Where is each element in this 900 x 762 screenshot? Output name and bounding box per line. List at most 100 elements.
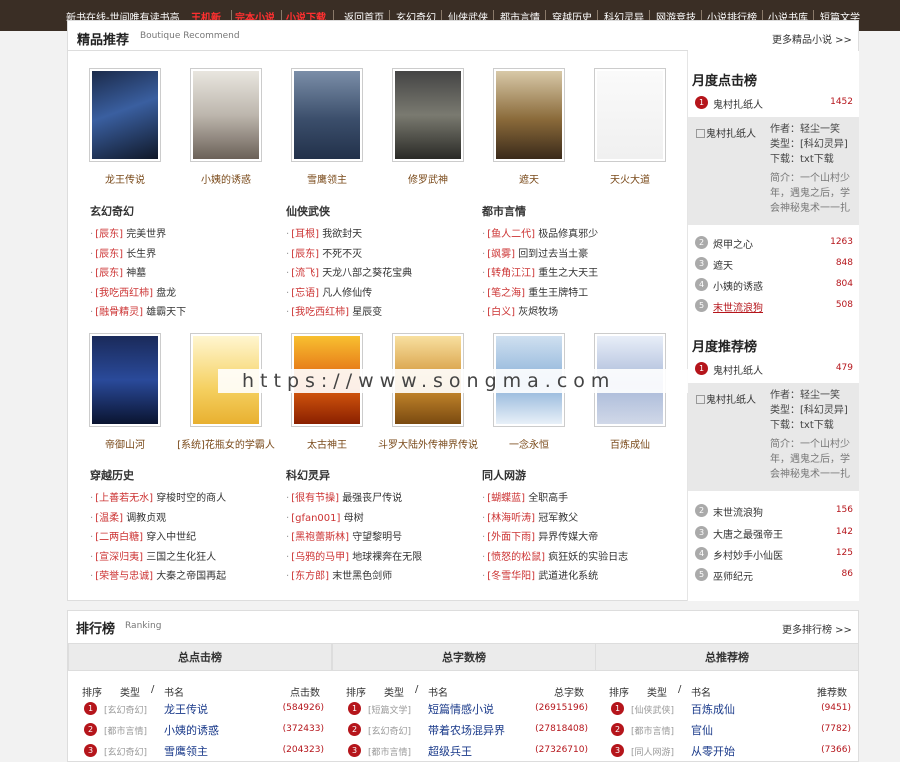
list-item[interactable]: · [林海听涛] 冠军教父 bbox=[482, 509, 672, 529]
list-item[interactable]: · [很有节操] 最强丧尸传说 bbox=[286, 489, 476, 509]
column-header: 类型 bbox=[384, 688, 404, 699]
list-item[interactable]: · [荣誉与忠诚] 大秦之帝国再起 bbox=[90, 567, 280, 587]
book-cover-placeholder[interactable]: 鬼村扎纸人 bbox=[696, 125, 760, 153]
book-cover[interactable] bbox=[89, 333, 161, 427]
category-title[interactable]: 玄幻奇幻 bbox=[90, 203, 280, 225]
category-list: · [耳根] 我欲封天 · [辰东] 不死不灭 · [流飞] 天龙八部之葵花宝典 ·[… bbox=[286, 225, 476, 323]
ranking-item[interactable]: 5 末世流浪狗 508 bbox=[695, 296, 857, 316]
ranking-column-wordcount: 总字数榜 排序 类型 / 书名 总字数 1 [短篇文学] 短篇情感小说 (269… bbox=[332, 643, 596, 762]
list-item[interactable]: · [宣深归夷] 三国之生化狂人 bbox=[90, 548, 280, 568]
category-list: · [鱼人二代] 极品修真邪少 · [飒雾] 回到过去当土豪 · [转角江江] 重生之… bbox=[482, 225, 672, 323]
ranking-column-clicks: 总点击榜 排序 类型 / 书名 点击数 1 [玄幻奇幻] 龙王传说 (58492… bbox=[68, 643, 332, 762]
category-title[interactable]: 穿越历史 bbox=[90, 467, 280, 489]
column-title: 总点击榜 bbox=[68, 643, 332, 671]
ranking-item[interactable]: 3 大唐之最强帝王 142 bbox=[695, 523, 857, 543]
book-title[interactable]: 雪鹰领主 bbox=[271, 171, 383, 186]
list-item[interactable]: · [鱼人二代] 极品修真邪少 bbox=[482, 225, 672, 245]
book-title[interactable]: 修罗武神 bbox=[372, 171, 484, 186]
list-item[interactable]: · [黑袍蕾斯林] 守望黎明号 bbox=[286, 528, 476, 548]
ranking-item[interactable]: 3 遮天 848 bbox=[695, 254, 857, 274]
list-item[interactable]: · [忘语] 凡人修仙传 bbox=[286, 284, 476, 304]
list-item[interactable]: · [冬雪华阳] 武道进化系统 bbox=[482, 567, 672, 587]
ranking-item[interactable]: 1 鬼村扎纸人 479 bbox=[695, 359, 857, 379]
monthly-ranking-sidebar: 月度点击榜 1 鬼村扎纸人 1452 鬼村扎纸人 作者：轻尘一笑 类型：[科幻灵… bbox=[687, 51, 859, 601]
book-cover[interactable] bbox=[493, 68, 565, 162]
book-title[interactable]: 天火大道 bbox=[574, 171, 686, 186]
book-cover[interactable] bbox=[89, 68, 161, 162]
ranking-item[interactable]: 1 鬼村扎纸人 1452 bbox=[695, 93, 857, 113]
book-cover[interactable] bbox=[190, 68, 262, 162]
list-item[interactable]: · [蝴蝶蓝] 全职高手 bbox=[482, 489, 672, 509]
column-header: 书名 bbox=[164, 688, 184, 699]
book-download[interactable]: 下载：txt下载 bbox=[770, 152, 858, 167]
list-item[interactable]: · [辰东] 完美世界 bbox=[90, 225, 280, 245]
book-cover[interactable] bbox=[594, 68, 666, 162]
list-item[interactable]: · [乌鸦的马甲] 地球裸奔在无限 bbox=[286, 548, 476, 568]
ranking-item[interactable]: 4 乡村妙手小仙医 125 bbox=[695, 544, 857, 564]
recommend-header: 精品推荐 Boutique Recommend bbox=[68, 21, 688, 51]
list-item[interactable]: · [耳根] 我欲封天 bbox=[286, 225, 476, 245]
list-item[interactable]: · [愤怒的松鼠] 疯狂妖的实验日志 bbox=[482, 548, 672, 568]
book-cover[interactable] bbox=[291, 68, 363, 162]
category-list: · [辰东] 完美世界 · [辰东] 长生界 · [辰东] 神墓 · [我吃西红柿] 盘… bbox=[90, 225, 280, 323]
table-row: 2 [都市言情] 小姨的诱惑 (372433) bbox=[84, 721, 324, 741]
list-item[interactable]: · [辰东] 神墓 bbox=[90, 264, 280, 284]
category-title[interactable]: 仙侠武侠 bbox=[286, 203, 476, 225]
list-item[interactable]: · [我吃西红柿] 盘龙 bbox=[90, 284, 280, 304]
list-item[interactable]: · [温柔] 调教贞观 bbox=[90, 509, 280, 529]
book-type: 类型：[科幻灵异] bbox=[770, 139, 848, 150]
ranking-header: 排行榜 Ranking 更多排行榜 >> bbox=[68, 611, 858, 643]
list-item[interactable]: · [上善若无水] 穿梭时空的商人 bbox=[90, 489, 280, 509]
ranking-item[interactable]: 4 小姨的诱惑 804 bbox=[695, 275, 857, 295]
table-row: 3 [都市言情] 超级兵王 (27326710) bbox=[348, 742, 588, 762]
list-item[interactable]: · [飒雾] 回到过去当土豪 bbox=[482, 245, 672, 265]
book-download[interactable]: 下载：txt下载 bbox=[770, 418, 858, 433]
column-header: / bbox=[415, 684, 419, 695]
book-title[interactable]: 龙王传说 bbox=[69, 171, 181, 186]
ranking-item[interactable]: 2 末世流浪狗 156 bbox=[695, 501, 857, 521]
book-title[interactable]: 帝御山河 bbox=[69, 436, 181, 451]
book-title[interactable]: 小姨的诱惑 bbox=[170, 171, 282, 186]
ranking-item[interactable]: 5 巫师纪元 86 bbox=[695, 565, 857, 585]
list-item[interactable]: · [笔之海] 重生王牌特工 bbox=[482, 284, 672, 304]
column-header: / bbox=[151, 684, 155, 695]
list-item[interactable]: · [东方郎] 末世黑色剑师 bbox=[286, 567, 476, 587]
monthly-recommend-title: 月度推荐榜 bbox=[692, 340, 758, 355]
book-title[interactable]: [系统]花瓶女的学霸人 bbox=[170, 436, 282, 451]
book-cover-placeholder[interactable]: 鬼村扎纸人 bbox=[696, 391, 760, 419]
book-title[interactable]: 百炼成仙 bbox=[574, 436, 686, 451]
category-title[interactable]: 都市言情 bbox=[482, 203, 672, 225]
book-author: 作者：轻尘一笑 bbox=[770, 390, 840, 401]
book-detail-card: 鬼村扎纸人 作者：轻尘一笑 类型：[科幻灵异] 下载：txt下载 简介：一个山村… bbox=[688, 117, 859, 225]
list-item[interactable]: · [流飞] 天龙八部之葵花宝典 bbox=[286, 264, 476, 284]
list-item[interactable]: · [辰东] 不死不灭 bbox=[286, 245, 476, 265]
list-item[interactable]: · [白义] 灰烬牧场 bbox=[482, 303, 672, 323]
list-item[interactable]: · [辰东] 长生界 bbox=[90, 245, 280, 265]
book-cover[interactable] bbox=[392, 68, 464, 162]
book-description: 简介：一个山村少年，遇鬼之后，学会神秘鬼术一一扎 bbox=[770, 173, 850, 214]
list-item[interactable]: · [转角江江] 重生之大天王 bbox=[482, 264, 672, 284]
category-title[interactable]: 科幻灵异 bbox=[286, 467, 476, 489]
book-title[interactable]: 遮天 bbox=[473, 171, 585, 186]
column-header: 推荐数 bbox=[817, 688, 847, 699]
list-item[interactable]: · [外面下雨] 异界传媒大帝 bbox=[482, 528, 672, 548]
category-title[interactable]: 同人网游 bbox=[482, 467, 672, 489]
list-item[interactable]: · [gfan001] 母树 bbox=[286, 509, 476, 529]
recommend-subtitle: Boutique Recommend bbox=[140, 31, 240, 41]
more-rankings-link[interactable]: 更多排行榜 >> bbox=[782, 621, 852, 636]
recommend-title: 精品推荐 bbox=[77, 33, 130, 48]
column-header: 类型 bbox=[647, 688, 667, 699]
column-header: 排序 bbox=[346, 688, 366, 699]
book-title[interactable]: 太古神王 bbox=[271, 436, 383, 451]
table-row: 2 [都市言情] 官仙 (7782) bbox=[611, 721, 851, 741]
list-item[interactable]: · [融骨精灵] 雄霸天下 bbox=[90, 303, 280, 323]
ranking-item[interactable]: 2 烬甲之心 1263 bbox=[695, 233, 857, 253]
book-title[interactable]: 一念永恒 bbox=[473, 436, 585, 451]
list-item[interactable]: · [二两白糖] 穿入中世纪 bbox=[90, 528, 280, 548]
column-header: 书名 bbox=[691, 688, 711, 699]
category-list: · [上善若无水] 穿梭时空的商人 · [温柔] 调教贞观 · [二两白糖] 穿入中世… bbox=[90, 489, 280, 587]
book-title[interactable]: 斗罗大陆外传神界传说 bbox=[372, 436, 484, 451]
list-item[interactable]: · [我吃西红柿] 星辰变 bbox=[286, 303, 476, 323]
book-detail-card: 鬼村扎纸人 作者：轻尘一笑 类型：[科幻灵异] 下载：txt下载 简介：一个山村… bbox=[688, 383, 859, 491]
more-boutique-link[interactable]: 更多精品小说 >> bbox=[772, 31, 852, 46]
